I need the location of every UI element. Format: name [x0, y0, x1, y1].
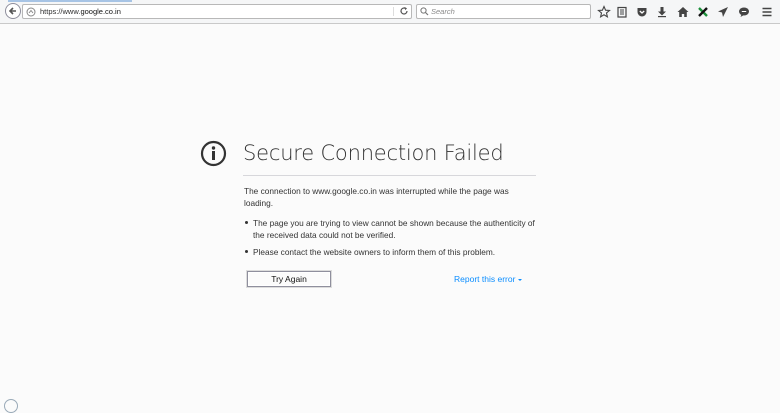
title-divider: [243, 175, 536, 176]
send-icon[interactable]: [716, 5, 730, 19]
active-tab-indicator: [8, 0, 132, 2]
browser-toolbar: https://www.google.co.in Search: [0, 0, 780, 24]
reload-icon[interactable]: [399, 6, 409, 16]
search-placeholder: Search: [431, 7, 455, 16]
home-icon[interactable]: [676, 5, 690, 19]
url-separator: [393, 7, 394, 16]
bottom-status-icon: [4, 399, 18, 413]
error-details-list: The page you are trying to view cannot b…: [244, 217, 536, 263]
search-bar[interactable]: Search: [416, 4, 591, 19]
chat-icon[interactable]: [737, 5, 751, 19]
site-identity-icon[interactable]: [26, 7, 36, 17]
report-error-link[interactable]: Report this error: [454, 274, 523, 284]
page-title: Secure Connection Failed: [243, 141, 504, 165]
star-icon[interactable]: [597, 5, 611, 19]
url-bar[interactable]: https://www.google.co.in: [22, 4, 412, 19]
list-item: Please contact the website owners to inf…: [244, 246, 536, 258]
chevron-down-icon[interactable]: [518, 278, 523, 281]
error-description: The connection to www.google.co.in was i…: [244, 186, 509, 208]
back-button[interactable]: [5, 3, 21, 19]
try-again-button[interactable]: Try Again: [247, 271, 331, 287]
info-icon: [200, 140, 227, 167]
search-icon: [420, 7, 429, 16]
report-error-label[interactable]: Report this error: [454, 274, 515, 284]
url-text[interactable]: https://www.google.co.in: [40, 6, 121, 17]
download-icon[interactable]: [655, 5, 669, 19]
back-arrow-icon: [8, 7, 16, 15]
menu-icon[interactable]: [760, 5, 774, 19]
list-item: The page you are trying to view cannot b…: [244, 217, 536, 241]
extension-x-icon[interactable]: [696, 5, 710, 19]
pocket-icon[interactable]: [635, 5, 649, 19]
error-page: Secure Connection Failed The connection …: [0, 24, 780, 413]
reading-list-icon[interactable]: [615, 5, 629, 19]
